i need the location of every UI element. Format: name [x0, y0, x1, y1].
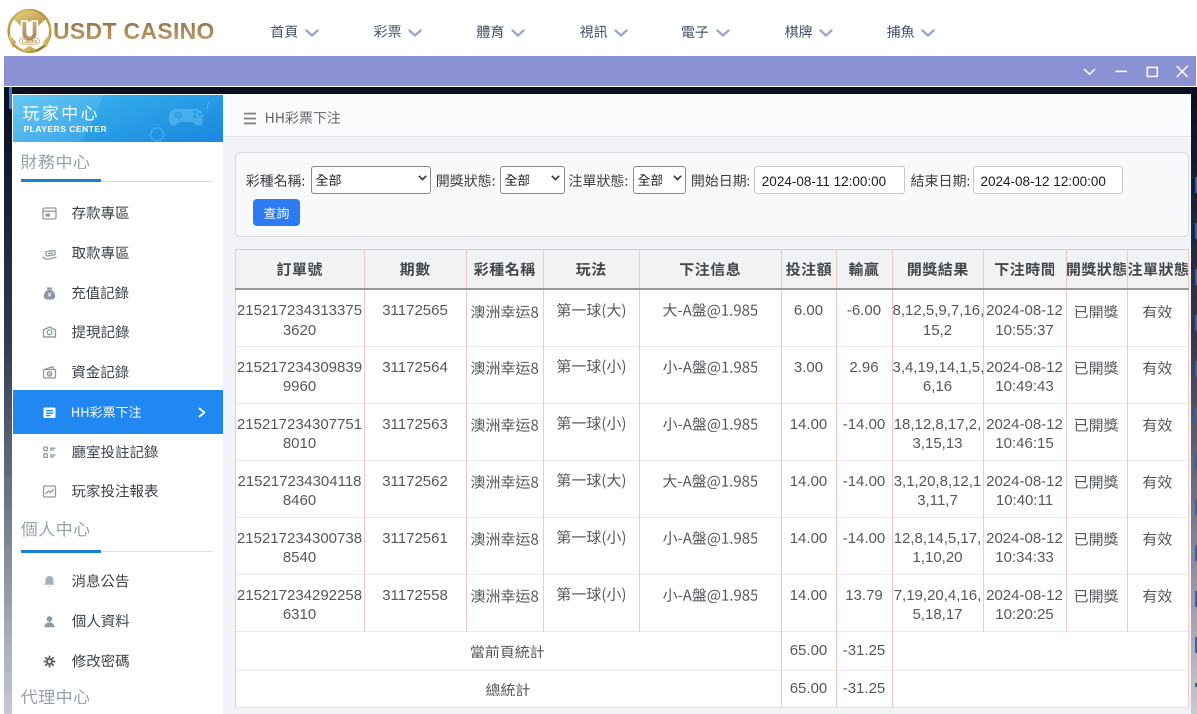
svg-text:Casino: Casino	[22, 39, 38, 45]
svg-text:¥: ¥	[47, 292, 51, 299]
